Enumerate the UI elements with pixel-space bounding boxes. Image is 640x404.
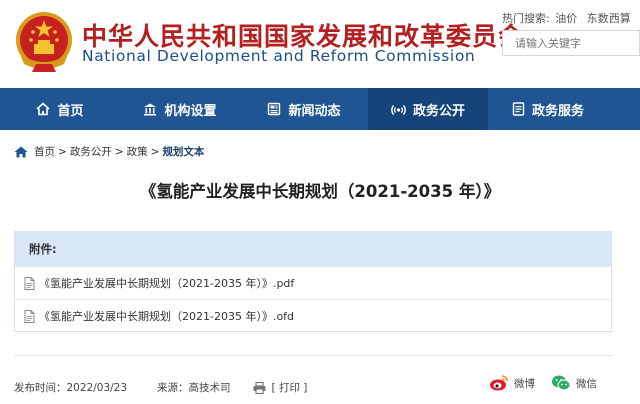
weibo-icon — [489, 374, 509, 392]
home-icon — [36, 102, 51, 116]
attachments-header: 附件: — [15, 232, 611, 266]
nav-item-label: 新闻动态 — [288, 103, 341, 119]
nav-item-services[interactable]: 政务服务 — [488, 88, 640, 130]
broadcast-icon — [391, 102, 406, 116]
share-weibo-button[interactable]: 微博 — [489, 374, 535, 392]
file-icon — [24, 309, 35, 323]
breadcrumb-link-government-affairs[interactable]: 政务公开 — [70, 144, 112, 159]
print-label: [ 打印 ] — [271, 382, 308, 394]
home-icon[interactable] — [14, 146, 28, 158]
attachments-panel: 附件: 《氢能产业发展中长期规划（2021-2035 年）》.pdf 《氢能产业… — [14, 231, 612, 332]
file-icon — [24, 276, 35, 290]
nav-item-news[interactable]: 新闻动态 — [240, 88, 368, 130]
attachment-link-pdf[interactable]: 《氢能产业发展中长期规划（2021-2035 年）》.pdf — [15, 266, 611, 299]
breadcrumb-separator: > — [150, 145, 160, 158]
hot-search-label: 热门搜索: — [502, 12, 550, 25]
source: 来源：高技术司 — [157, 382, 231, 394]
attachment-link-ofd[interactable]: 《氢能产业发展中长期规划（2021-2035 年）》.ofd — [15, 299, 611, 332]
breadcrumb-link-home[interactable]: 首页 — [34, 144, 55, 159]
document-icon — [512, 102, 525, 116]
building-icon — [143, 102, 157, 116]
nav-item-government-affairs[interactable]: 政务公开 — [368, 88, 488, 130]
nav-item-home[interactable]: 首页 — [0, 88, 120, 130]
site-title-english: National Development and Reform Commissi… — [82, 47, 476, 65]
breadcrumb-current[interactable]: 规划文本 — [162, 144, 204, 159]
breadcrumb: 首页 > 政务公开 > 政策 > 规划文本 — [14, 144, 204, 159]
nav-item-label: 机构设置 — [164, 103, 217, 119]
article-meta: 发布时间：2022/03/23 来源：高技术司 [ 打印 ] — [14, 380, 307, 395]
site-header: 中华人民共和国国家发展和改革委员会 National Development a… — [0, 0, 640, 88]
main-nav: 首页 机构设置 新闻动态 政务公开 政务服务 — [0, 88, 640, 130]
publish-time: 发布时间：2022/03/23 — [14, 382, 128, 394]
wechat-icon — [551, 374, 571, 392]
nav-item-label: 政务公开 — [412, 103, 465, 119]
hot-search-bar: 热门搜索: 油价 东数西算 价格 — [502, 10, 640, 26]
share-wechat-button[interactable]: 微信 — [551, 374, 597, 392]
breadcrumb-link-policy[interactable]: 政策 — [127, 144, 148, 159]
nav-item-label: 首页 — [57, 103, 84, 119]
breadcrumb-separator: > — [58, 145, 67, 158]
hot-keyword-link[interactable]: 油价 — [555, 12, 577, 25]
hot-keyword-link[interactable]: 东数西算 — [587, 12, 631, 25]
search-input[interactable] — [502, 30, 640, 56]
page-title: 《氢能产业发展中长期规划（2021-2035 年）》 — [139, 182, 501, 201]
nav-item-organization[interactable]: 机构设置 — [120, 88, 240, 130]
wechat-label: 微信 — [576, 377, 597, 390]
nav-item-label: 政务服务 — [532, 103, 585, 119]
attachment-filename: 《氢能产业发展中长期规划（2021-2035 年）》.pdf — [39, 277, 295, 290]
breadcrumb-separator: > — [114, 145, 124, 158]
attachment-filename: 《氢能产业发展中长期规划（2021-2035 年）》.ofd — [39, 310, 295, 323]
news-icon — [267, 102, 281, 116]
national-emblem-logo[interactable] — [14, 10, 74, 74]
print-button[interactable]: [ 打印 ] — [253, 380, 308, 395]
printer-icon — [253, 381, 266, 394]
divider — [14, 355, 612, 356]
weibo-label: 微博 — [514, 377, 535, 390]
